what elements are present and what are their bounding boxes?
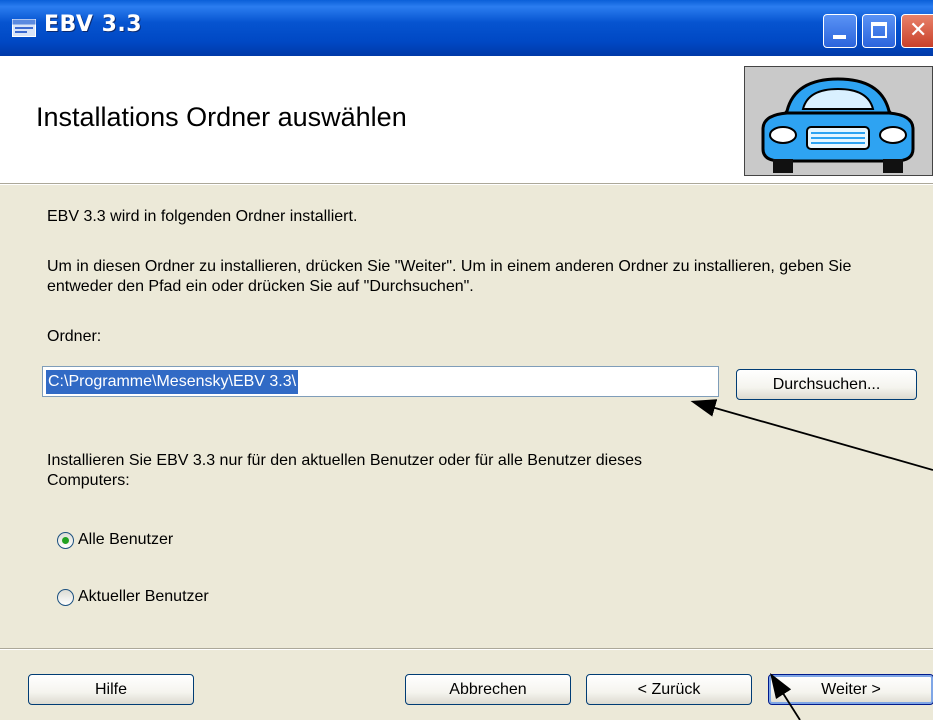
installer-window: EBV 3.3 Installations Ordner auswählen	[0, 0, 933, 720]
page-title: Installations Ordner auswählen	[36, 102, 407, 132]
next-button[interactable]: Weiter >	[768, 674, 933, 705]
folder-path-input[interactable]: C:\Programme\Mesensky\EBV 3.3\	[42, 366, 719, 397]
browse-button[interactable]: Durchsuchen...	[736, 369, 917, 400]
footer-divider-highlight	[0, 649, 933, 650]
folder-label: Ordner:	[47, 328, 102, 345]
radio-all-users[interactable]: Alle Benutzer	[57, 531, 173, 549]
cancel-button[interactable]: Abbrechen	[405, 674, 571, 705]
instructions-text: Um in diesen Ordner zu installieren, drü…	[47, 258, 852, 295]
help-button[interactable]: Hilfe	[28, 674, 194, 705]
back-button[interactable]: < Zurück	[586, 674, 752, 705]
header-divider-highlight	[0, 184, 933, 185]
install-info-text: EBV 3.3 wird in folgenden Ordner install…	[47, 208, 358, 225]
radio-all-users-label: Alle Benutzer	[78, 531, 174, 548]
users-prompt-text: Installieren Sie EBV 3.3 nur für den akt…	[47, 452, 643, 489]
window-title: EBV 3.3	[44, 12, 143, 37]
header-banner	[744, 66, 933, 176]
close-icon[interactable]	[901, 14, 933, 48]
app-window-icon	[12, 19, 36, 37]
annotation-arrow-to-path	[690, 399, 933, 471]
maximize-icon[interactable]	[862, 14, 896, 48]
title-bar[interactable]: EBV 3.3	[0, 0, 933, 56]
radio-unchecked-icon[interactable]	[57, 588, 74, 606]
wizard-header: Installations Ordner auswählen	[0, 56, 933, 183]
radio-checked-icon[interactable]	[57, 531, 74, 549]
radio-current-user-label: Aktueller Benutzer	[78, 588, 209, 605]
car-icon	[745, 67, 932, 175]
folder-path-value: C:\Programme\Mesensky\EBV 3.3\	[46, 370, 299, 394]
radio-current-user[interactable]: Aktueller Benutzer	[57, 588, 209, 606]
minimize-icon[interactable]	[823, 14, 857, 48]
